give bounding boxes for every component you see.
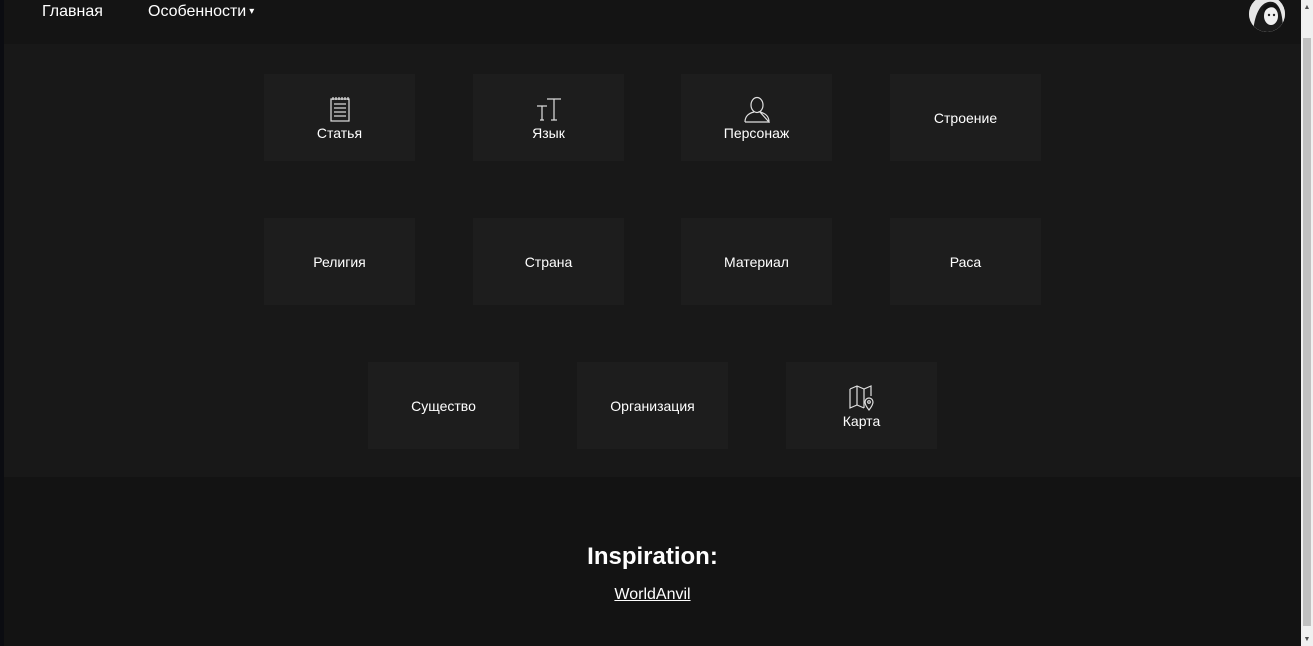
tile-country[interactable]: Страна — [473, 218, 624, 305]
vertical-scrollbar[interactable]: ▲ ▼ — [1301, 0, 1313, 646]
inspiration-heading: Inspiration: — [587, 543, 718, 570]
nav-home-link[interactable]: Главная — [42, 3, 103, 21]
avatar-image — [1249, 0, 1285, 32]
tile-label: Материал — [724, 253, 789, 270]
tile-building[interactable]: Строение — [890, 74, 1041, 161]
tile-label: Религия — [313, 253, 366, 270]
text-size-icon — [536, 97, 561, 121]
top-navbar: Главная Особенности ▾ — [4, 0, 1301, 44]
chevron-down-icon: ▾ — [249, 6, 255, 17]
content-panel: Статья Язык Персонаж Строение Религия Ст… — [4, 44, 1301, 477]
tile-label: Персонаж — [723, 124, 790, 141]
tile-label: Раса — [949, 253, 982, 270]
tile-race[interactable]: Раса — [890, 218, 1041, 305]
tile-creature[interactable]: Существо — [368, 362, 519, 449]
tile-label: Существо — [411, 397, 476, 414]
tile-label: Строение — [933, 109, 998, 126]
scroll-up-icon[interactable]: ▲ — [1301, 0, 1313, 14]
nav-features-dropdown[interactable]: Особенности ▾ — [148, 3, 254, 21]
document-icon — [329, 96, 350, 122]
tile-label: Организация — [610, 397, 695, 414]
scrollbar-thumb[interactable] — [1303, 38, 1311, 626]
worldanvil-link[interactable]: WorldAnvil — [614, 586, 690, 603]
tile-label: Карта — [842, 412, 881, 429]
tile-map[interactable]: Карта — [786, 362, 937, 449]
user-avatar[interactable] — [1249, 0, 1285, 32]
tile-religion[interactable]: Религия — [264, 218, 415, 305]
tile-material[interactable]: Материал — [681, 218, 832, 305]
tile-character[interactable]: Персонаж — [681, 74, 832, 161]
person-icon — [743, 96, 770, 123]
tile-label: Статья — [316, 124, 363, 141]
page: Главная Особенности ▾ Статья Язык Персон… — [4, 0, 1301, 646]
tile-label: Язык — [532, 124, 565, 141]
map-icon — [848, 384, 874, 411]
nav-features-label: Особенности — [148, 3, 247, 20]
tile-article[interactable]: Статья — [264, 74, 415, 161]
tile-language[interactable]: Язык — [473, 74, 624, 161]
tile-label: Страна — [524, 253, 573, 270]
footer-link-wrapper: WorldAnvil — [4, 586, 1301, 604]
tile-organization[interactable]: Организация — [577, 362, 728, 449]
scroll-down-icon[interactable]: ▼ — [1301, 632, 1313, 646]
